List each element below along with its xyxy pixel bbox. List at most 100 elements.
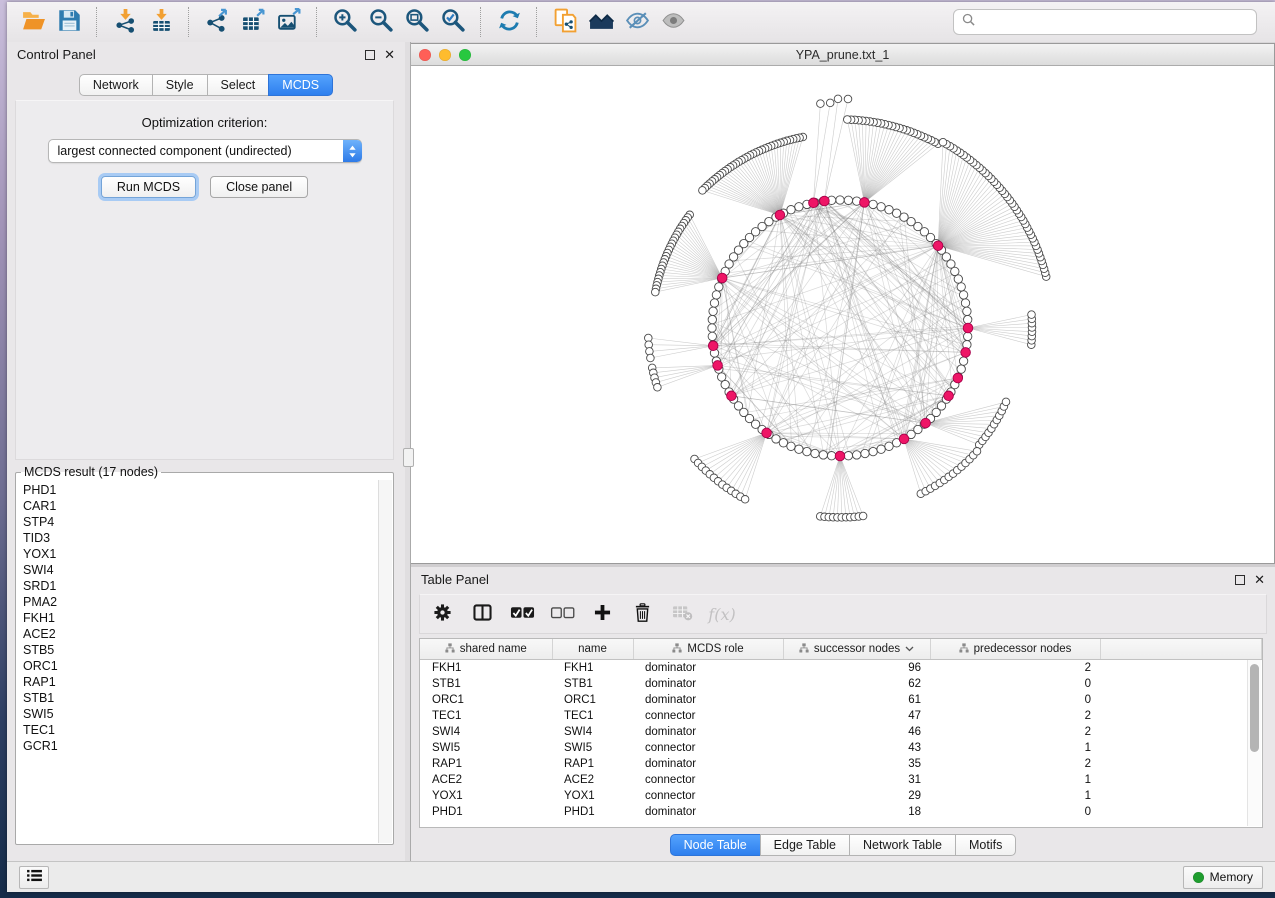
mcds-node-item[interactable]: STP4 [23,514,392,530]
deselect-all-rows-button[interactable] [546,599,578,629]
toggle-columns-button[interactable] [466,599,498,629]
mcds-node-item[interactable]: TEC1 [23,722,392,738]
tab-network-table[interactable]: Network Table [849,834,956,856]
mcds-node-item[interactable]: PMA2 [23,594,392,610]
tab-node-table[interactable]: Node Table [670,834,761,856]
mcds-node-item[interactable]: CAR1 [23,498,392,514]
table-row[interactable]: FKH1FKH1dominator962 [420,660,1262,677]
refresh-layout-button[interactable] [491,6,527,38]
sort-menu-icon[interactable] [905,643,914,655]
mcds-result-list[interactable]: PHD1CAR1STP4TID3YOX1SWI4SRD1PMA2FKH1ACE2… [17,480,392,843]
first-neighbors-button[interactable] [583,6,619,38]
tab-select[interactable]: Select [207,74,270,96]
select-all-rows-button[interactable] [506,599,538,629]
search-field [953,9,1257,35]
table-row[interactable]: PHD1PHD1dominator180 [420,804,1262,820]
mcds-node-item[interactable]: GCR1 [23,738,392,754]
network-window-titlebar: YPA_prune.txt_1 [411,44,1274,66]
add-column-button[interactable] [586,599,618,629]
import-network-button[interactable] [107,6,143,38]
network-graph [411,66,1274,562]
close-panel-button[interactable]: Close panel [210,176,308,198]
clone-network-button[interactable] [547,6,583,38]
table-scrollbar-thumb[interactable] [1250,664,1259,752]
float-panel-icon[interactable] [365,50,375,60]
table-row[interactable]: ORC1ORC1dominator610 [420,692,1262,708]
maximize-window-icon[interactable] [459,49,471,61]
export-table-icon [241,8,266,36]
first-neighbors-icon [589,8,614,36]
open-file-button[interactable] [15,6,51,38]
table-row[interactable]: RAP1RAP1dominator352 [420,756,1262,772]
save-session-button[interactable] [51,6,87,38]
close-table-panel-icon[interactable]: ✕ [1254,573,1265,586]
mcds-node-item[interactable]: SWI5 [23,706,392,722]
column-header-name[interactable]: name [552,639,633,660]
mcds-node-item[interactable]: STB1 [23,690,392,706]
function-builder-button: f(x) [706,599,738,629]
tab-network[interactable]: Network [79,74,153,96]
mcds-node-item[interactable]: SWI4 [23,562,392,578]
column-header-MCDS-role[interactable]: MCDS role [633,639,783,660]
export-network-button[interactable] [199,6,235,38]
table-row[interactable]: ACE2ACE2connector311 [420,772,1262,788]
run-mcds-button[interactable]: Run MCDS [101,176,196,198]
memory-status-icon [1193,872,1204,883]
zoom-in-button[interactable] [327,6,363,38]
node-table-container: shared namenameMCDS rolesuccessor nodesp… [419,638,1263,828]
import-table-button[interactable] [143,6,179,38]
table-tabs: Node TableEdge TableNetwork TableMotifs [411,834,1275,856]
zoom-selected-button[interactable] [435,6,471,38]
float-table-panel-icon[interactable] [1235,575,1245,585]
network-window: YPA_prune.txt_1 [411,43,1275,564]
table-row[interactable]: STB1STB1dominator620 [420,676,1262,692]
column-settings-button[interactable] [426,599,458,629]
tab-edge-table[interactable]: Edge Table [760,834,850,856]
table-row[interactable]: SWI5SWI5connector431 [420,740,1262,756]
mcds-node-item[interactable]: YOX1 [23,546,392,562]
mcds-node-item[interactable]: STB5 [23,642,392,658]
mcds-node-item[interactable]: TID3 [23,530,392,546]
application-window: Control Panel ✕ NetworkStyleSelectMCDS O… [7,2,1275,892]
mcds-node-item[interactable]: ACE2 [23,626,392,642]
hide-selected-icon [625,8,650,36]
minimize-window-icon[interactable] [439,49,451,61]
table-row[interactable]: TEC1TEC1connector472 [420,708,1262,724]
zoom-fit-button[interactable] [399,6,435,38]
table-row[interactable]: YOX1YOX1connector291 [420,788,1262,804]
splitter-handle[interactable] [403,448,414,467]
network-window-title: YPA_prune.txt_1 [411,48,1274,62]
console-button[interactable] [19,866,49,889]
zoom-out-button[interactable] [363,6,399,38]
memory-button[interactable]: Memory [1183,866,1263,889]
mcds-node-item[interactable]: SRD1 [23,578,392,594]
mcds-list-scrollbar[interactable] [378,480,392,843]
import-network-icon [113,8,138,36]
table-header-row: shared namenameMCDS rolesuccessor nodesp… [420,639,1262,660]
column-header-predecessor-nodes[interactable]: predecessor nodes [930,639,1100,660]
tab-style[interactable]: Style [152,74,208,96]
export-table-button[interactable] [235,6,271,38]
table-scrollbar[interactable] [1247,660,1261,826]
mcds-node-item[interactable]: FKH1 [23,610,392,626]
column-header-successor-nodes[interactable]: successor nodes [783,639,930,660]
mcds-node-item[interactable]: ORC1 [23,658,392,674]
hide-selected-button[interactable] [619,6,655,38]
table-row[interactable]: SWI4SWI4dominator462 [420,724,1262,740]
close-window-icon[interactable] [419,49,431,61]
network-canvas[interactable] [411,66,1274,562]
export-image-button[interactable] [271,6,307,38]
toggle-columns-icon [473,604,492,624]
delete-column-button[interactable] [626,599,658,629]
search-input[interactable] [981,14,1248,30]
mcds-node-item[interactable]: RAP1 [23,674,392,690]
zoom-in-icon [333,8,358,36]
column-header-shared-name[interactable]: shared name [420,639,552,660]
tab-motifs[interactable]: Motifs [955,834,1016,856]
select-all-rows-icon [510,606,535,623]
mcds-node-item[interactable]: PHD1 [23,482,392,498]
show-all-button[interactable] [655,6,691,38]
optimization-criterion-select[interactable]: largest connected component (undirected) [48,139,362,163]
tab-mcds[interactable]: MCDS [268,74,333,96]
close-panel-icon[interactable]: ✕ [384,48,395,61]
